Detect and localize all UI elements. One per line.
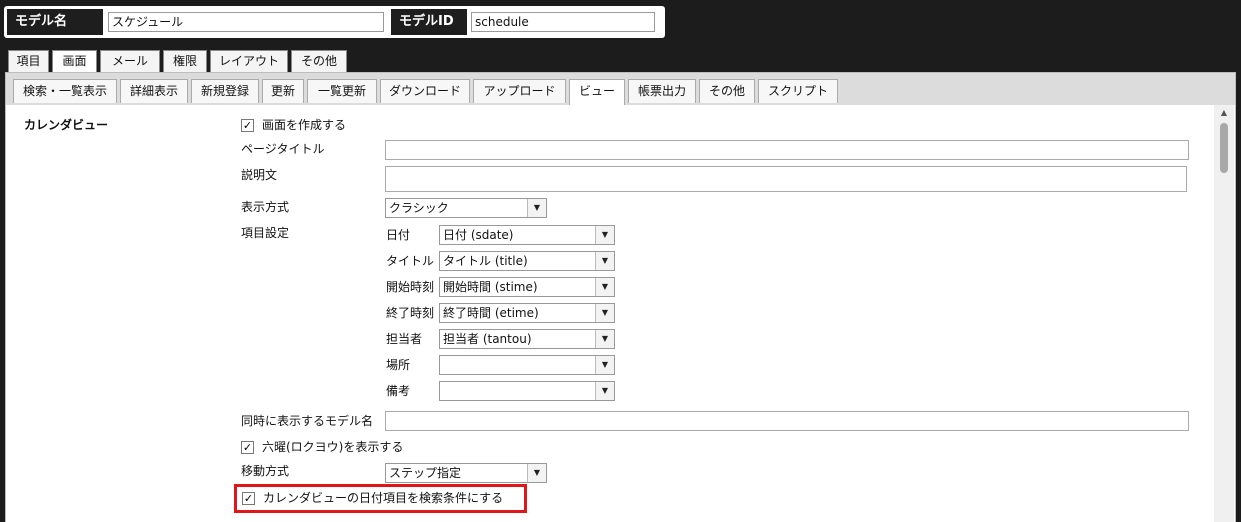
date-search-checkbox[interactable]: ✓ <box>242 492 255 505</box>
chevron-down-icon[interactable]: ▼ <box>595 356 614 374</box>
subtab-detail[interactable]: 詳細表示 <box>120 79 188 103</box>
section-title: カレンダビュー <box>24 118 109 132</box>
field-end-time-value: 終了時間 (etime) <box>443 306 539 320</box>
model-header: モデル名 スケジュール モデルID schedule <box>4 6 665 38</box>
chevron-down-icon[interactable]: ▼ <box>595 278 614 296</box>
subtab-search-list[interactable]: 検索・一覧表示 <box>13 79 117 103</box>
chevron-down-icon[interactable]: ▼ <box>595 252 614 270</box>
subtab-bulk-update[interactable]: 一覧更新 <box>307 79 377 103</box>
chevron-down-icon[interactable]: ▼ <box>527 199 546 217</box>
date-search-label: カレンダビューの日付項目を検索条件にする <box>263 491 504 505</box>
field-end-time-label: 終了時刻 <box>386 306 435 320</box>
field-date-value: 日付 (sdate) <box>443 228 514 242</box>
description-input[interactable] <box>385 166 1187 192</box>
screen-settings-panel: 検索・一覧表示 詳細表示 新規登録 更新 一覧更新 ダウンロード アップロード … <box>5 72 1236 522</box>
field-notes-select[interactable]: ▼ <box>439 381 615 401</box>
field-start-time-label: 開始時刻 <box>386 280 435 294</box>
create-screen-checkbox[interactable]: ✓ <box>241 119 254 132</box>
page-title-label: ページタイトル <box>241 142 325 156</box>
concurrent-model-input[interactable] <box>385 411 1189 431</box>
chevron-down-icon[interactable]: ▼ <box>595 226 614 244</box>
calendar-view-settings: カレンダビュー ✓ 画面を作成する ページタイトル 説明文 表示方式 クラシック… <box>6 105 1214 522</box>
move-mode-label: 移動方式 <box>241 464 290 478</box>
field-location-select[interactable]: ▼ <box>439 355 615 375</box>
subtab-view[interactable]: ビュー <box>569 79 625 105</box>
field-settings-label: 項目設定 <box>241 226 290 240</box>
display-mode-select[interactable]: クラシック ▼ <box>385 198 547 218</box>
model-name-label: モデル名 <box>7 9 103 35</box>
tab-layout[interactable]: レイアウト <box>210 50 288 72</box>
subtab-update[interactable]: 更新 <box>262 79 304 103</box>
rokuyo-label: 六曜(ロクヨウ)を表示する <box>262 440 404 454</box>
description-label: 説明文 <box>241 168 278 182</box>
field-notes-label: 備考 <box>386 384 411 398</box>
field-title-label: タイトル <box>386 254 435 268</box>
tab-other[interactable]: その他 <box>291 50 347 72</box>
move-mode-value: ステップ指定 <box>389 466 462 480</box>
field-location-label: 場所 <box>386 358 411 372</box>
field-assignee-value: 担当者 (tantou) <box>443 332 532 346</box>
field-assignee-label: 担当者 <box>386 332 423 346</box>
field-start-time-select[interactable]: 開始時間 (stime) ▼ <box>439 277 615 297</box>
model-id-input[interactable]: schedule <box>471 12 655 32</box>
field-end-time-select[interactable]: 終了時間 (etime) ▼ <box>439 303 615 323</box>
subtab-download[interactable]: ダウンロード <box>380 79 470 103</box>
field-date-select[interactable]: 日付 (sdate) ▼ <box>439 225 615 245</box>
chevron-down-icon[interactable]: ▼ <box>595 382 614 400</box>
subtab-upload[interactable]: アップロード <box>473 79 566 103</box>
concurrent-model-label: 同時に表示するモデル名 <box>241 414 374 428</box>
display-mode-label: 表示方式 <box>241 200 290 214</box>
subtab-bar: 検索・一覧表示 詳細表示 新規登録 更新 一覧更新 ダウンロード アップロード … <box>6 73 1235 105</box>
vertical-scrollbar[interactable]: ▲ <box>1214 105 1234 522</box>
field-start-time-value: 開始時間 (stime) <box>443 280 538 294</box>
model-id-label: モデルID <box>391 9 467 35</box>
chevron-down-icon[interactable]: ▼ <box>527 464 546 482</box>
rokuyo-checkbox[interactable]: ✓ <box>241 441 254 454</box>
tab-mail[interactable]: メール <box>100 50 160 72</box>
field-title-select[interactable]: タイトル (title) ▼ <box>439 251 615 271</box>
create-screen-label: 画面を作成する <box>262 118 347 132</box>
scroll-up-icon[interactable]: ▲ <box>1214 105 1234 121</box>
field-assignee-select[interactable]: 担当者 (tantou) ▼ <box>439 329 615 349</box>
chevron-down-icon[interactable]: ▼ <box>595 304 614 322</box>
field-title-value: タイトル (title) <box>443 254 528 268</box>
subtab-other[interactable]: その他 <box>699 79 755 103</box>
subtab-script[interactable]: スクリプト <box>758 79 838 103</box>
move-mode-select[interactable]: ステップ指定 ▼ <box>385 463 547 483</box>
subtab-new[interactable]: 新規登録 <box>191 79 259 103</box>
display-mode-value: クラシック <box>389 201 449 215</box>
chevron-down-icon[interactable]: ▼ <box>595 330 614 348</box>
field-date-label: 日付 <box>386 228 411 242</box>
tab-screen[interactable]: 画面 <box>52 50 97 74</box>
tab-permissions[interactable]: 権限 <box>163 50 207 72</box>
subtab-report[interactable]: 帳票出力 <box>628 79 696 103</box>
page-title-input[interactable] <box>385 140 1189 160</box>
tab-items[interactable]: 項目 <box>8 50 49 72</box>
scrollbar-thumb[interactable] <box>1220 123 1228 173</box>
model-name-input[interactable]: スケジュール <box>108 12 384 32</box>
